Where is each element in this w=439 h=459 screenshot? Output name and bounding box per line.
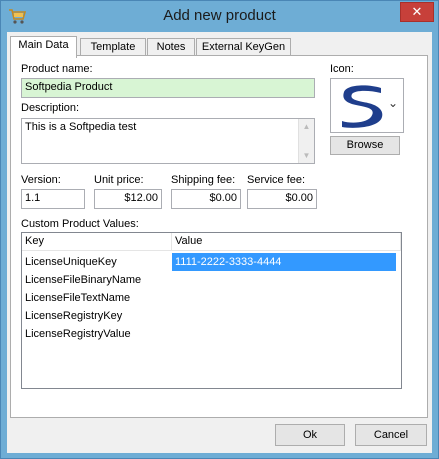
unit-price-field[interactable]: $12.00 xyxy=(94,189,162,209)
list-row[interactable]: LicenseFileTextName xyxy=(22,289,401,307)
column-value[interactable]: Value xyxy=(172,233,401,251)
row-key: LicenseUniqueKey xyxy=(25,256,117,268)
shipping-fee-label: Shipping fee: xyxy=(171,174,236,186)
description-scrollbar[interactable]: ▲ ▼ xyxy=(298,119,314,163)
close-button[interactable]: ✕ xyxy=(400,2,434,22)
service-fee-field[interactable]: $0.00 xyxy=(247,189,317,209)
service-fee-label: Service fee: xyxy=(247,174,306,186)
row-value[interactable] xyxy=(172,271,396,289)
close-icon: ✕ xyxy=(411,4,423,19)
list-row[interactable]: LicenseRegistryValue xyxy=(22,325,401,343)
ok-button[interactable]: Ok xyxy=(275,424,345,446)
list-row[interactable]: LicenseUniqueKey 1111-2222-3333-4444 xyxy=(22,253,401,271)
description-label: Description: xyxy=(21,102,80,114)
custom-values-label: Custom Product Values: xyxy=(21,218,139,230)
shipping-fee-field[interactable]: $0.00 xyxy=(171,189,241,209)
cancel-button[interactable]: Cancel xyxy=(355,424,427,446)
scroll-down-icon[interactable]: ▼ xyxy=(299,148,314,163)
tab-main-data[interactable]: Main Data xyxy=(10,36,77,58)
description-field[interactable]: This is a Softpedia test ▲ ▼ xyxy=(21,118,315,164)
description-text: This is a Softpedia test xyxy=(25,121,137,133)
add-product-window: Add new product ✕ Main Data Template Not… xyxy=(0,0,439,459)
row-key: LicenseFileBinaryName xyxy=(25,274,142,286)
column-key[interactable]: Key xyxy=(22,233,172,251)
window-title: Add new product xyxy=(163,7,276,24)
list-row[interactable]: LicenseRegistryKey xyxy=(22,307,401,325)
row-key: LicenseFileTextName xyxy=(25,292,131,304)
row-value[interactable] xyxy=(172,325,396,343)
list-header: Key Value xyxy=(22,233,401,251)
row-value[interactable] xyxy=(172,289,396,307)
softpedia-logo-icon xyxy=(342,85,383,128)
icon-picker[interactable]: ⌄ xyxy=(330,78,404,133)
unit-price-label: Unit price: xyxy=(94,174,144,186)
product-name-label: Product name: xyxy=(21,63,93,75)
row-key: LicenseRegistryKey xyxy=(25,310,123,322)
scroll-up-icon[interactable]: ▲ xyxy=(299,119,314,134)
list-row[interactable]: LicenseFileBinaryName xyxy=(22,271,401,289)
chevron-down-icon: ⌄ xyxy=(387,96,398,110)
version-field[interactable]: 1.1 xyxy=(21,189,85,209)
dialog-body: Main Data Template Notes External KeyGen… xyxy=(7,32,432,453)
custom-values-list[interactable]: Key Value LicenseUniqueKey 1111-2222-333… xyxy=(21,232,402,389)
row-value-selected[interactable]: 1111-2222-3333-4444 xyxy=(172,253,396,271)
icon-label: Icon: xyxy=(330,63,354,75)
version-label: Version: xyxy=(21,174,61,186)
product-name-field[interactable]: Softpedia Product xyxy=(21,78,315,98)
row-value[interactable] xyxy=(172,307,396,325)
title-bar[interactable]: Add new product ✕ xyxy=(1,1,438,32)
row-key: LicenseRegistryValue xyxy=(25,328,131,340)
browse-button[interactable]: Browse xyxy=(330,136,400,155)
